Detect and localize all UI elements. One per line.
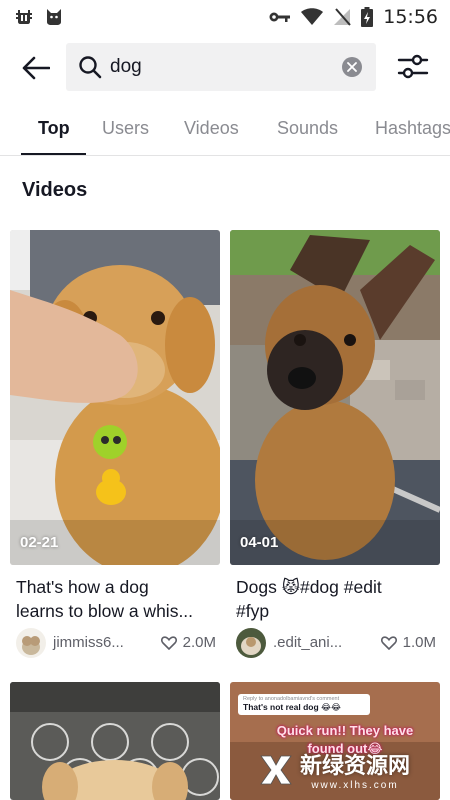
filter-button[interactable]	[396, 52, 430, 82]
tab-hashtags[interactable]: Hashtags	[375, 118, 450, 139]
tab-videos[interactable]: Videos	[184, 118, 239, 139]
watermark-url: www.xlhs.com	[311, 780, 399, 791]
search-header: dog	[0, 40, 450, 94]
back-button[interactable]	[20, 52, 52, 84]
avatar[interactable]	[16, 628, 46, 658]
video-caption[interactable]: That's how a dog learns to blow a whis..…	[16, 575, 218, 623]
avatar[interactable]	[236, 628, 266, 658]
filter-sliders-icon	[397, 54, 429, 79]
video-meta: jimmiss6... 2.0M	[16, 628, 220, 658]
username[interactable]: .edit_ani...	[273, 634, 342, 651]
no-signal-icon	[333, 8, 351, 26]
watermark: 新绿资源网 www.xlhs.com	[258, 748, 410, 791]
watermark-text-group: 新绿资源网 www.xlhs.com	[300, 748, 410, 791]
close-icon	[347, 62, 357, 72]
search-icon	[79, 56, 102, 79]
likes-value: 1.0M	[402, 634, 436, 651]
video-date: 02-21	[20, 534, 59, 551]
comment-text: That's not real dog 😂😂	[243, 702, 341, 712]
battery-charging-icon	[361, 7, 374, 27]
status-left	[14, 7, 64, 27]
tab-top[interactable]: Top	[38, 118, 70, 139]
video-thumbnail[interactable]	[10, 682, 220, 800]
clear-search-button[interactable]	[342, 57, 362, 77]
key-icon	[269, 10, 291, 24]
tab-users[interactable]: Users	[102, 118, 149, 139]
watermark-text: 新绿资源网	[300, 754, 411, 779]
video-meta: .edit_ani... 1.0M	[236, 628, 440, 658]
overlay-line: Quick run!! They have	[276, 723, 414, 738]
caption-line: learns to blow a whis...	[16, 601, 194, 621]
like-count: 1.0M	[380, 634, 436, 651]
cat-icon	[44, 7, 64, 27]
heart-icon	[160, 635, 177, 650]
like-count: 2.0M	[160, 634, 216, 651]
username[interactable]: jimmiss6...	[53, 634, 124, 651]
search-tabs: Top Users Videos Sounds Hashtags	[0, 104, 450, 156]
search-input[interactable]: dog	[66, 43, 376, 91]
tab-sounds[interactable]: Sounds	[277, 118, 338, 139]
likes-value: 2.0M	[182, 634, 216, 651]
video-date: 04-01	[240, 534, 279, 551]
status-right: 15:56	[269, 6, 438, 28]
section-title-videos: Videos	[22, 179, 88, 201]
status-bar: 15:56	[0, 0, 450, 34]
watermark-logo	[260, 755, 292, 784]
status-time: 15:56	[383, 6, 438, 28]
caption-line: That's how a dog	[16, 577, 149, 597]
video-thumbnail[interactable]: 02-21	[10, 230, 220, 565]
bug-icon	[14, 7, 34, 27]
back-arrow-icon	[22, 56, 50, 80]
video-thumbnail[interactable]: 04-01	[230, 230, 440, 565]
caption-line: #fyp	[236, 601, 270, 621]
active-tab-indicator	[21, 153, 86, 155]
video-caption[interactable]: Dogs 😾#dog #edit #fyp	[236, 575, 438, 623]
heart-icon	[380, 635, 397, 650]
caption-line: Dogs 😾#dog #edit	[236, 577, 382, 597]
comment-reply-bubble: Reply to anonadolbamiavnd's comment That…	[238, 694, 370, 715]
wifi-icon	[301, 8, 324, 26]
search-query[interactable]: dog	[110, 56, 142, 78]
